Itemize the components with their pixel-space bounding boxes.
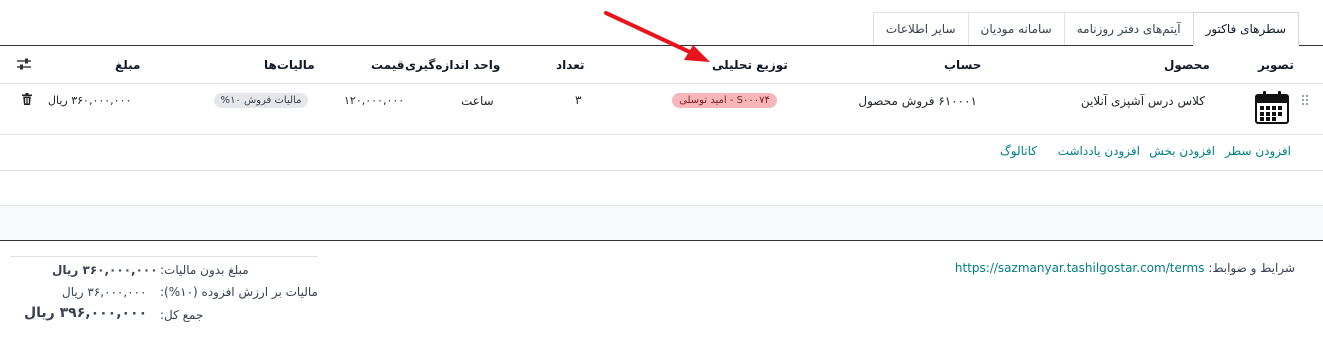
- header-uom[interactable]: واحد اندازه‌گیری: [405, 58, 500, 72]
- totals-divider: [10, 256, 318, 257]
- trash-icon[interactable]: [22, 93, 32, 105]
- terms-link[interactable]: https://sazmanyar.tashilgostar.com/terms: [955, 261, 1205, 275]
- catalog-link[interactable]: کاتالوگ: [1000, 144, 1037, 158]
- tab-other-info[interactable]: سایر اطلاعات: [872, 12, 969, 45]
- table-header: تصویر محصول حساب توزیع تحلیلی تعداد واحد…: [0, 46, 1323, 84]
- vat-label: مالیات بر ارزش افزوده (۱۰%):: [160, 285, 318, 299]
- add-section-link[interactable]: افزودن بخش: [1149, 144, 1215, 158]
- add-line-link[interactable]: افزودن سطر: [1225, 144, 1291, 158]
- header-taxes[interactable]: مالیات‌ها: [264, 58, 315, 72]
- cell-uom[interactable]: ساعت: [461, 94, 494, 108]
- cell-account[interactable]: ۶۱۰۰۰۱ فروش محصول: [858, 94, 977, 108]
- header-account[interactable]: حساب: [944, 58, 981, 72]
- column-settings-icon[interactable]: [16, 57, 32, 71]
- cell-quantity[interactable]: ۳: [575, 93, 581, 107]
- terms-label: شرایط و ضوابط:: [1208, 261, 1295, 275]
- header-analytic[interactable]: توزیع تحلیلی: [712, 58, 788, 72]
- empty-row: [0, 206, 1323, 241]
- untaxed-value: ۳۶۰,۰۰۰,۰۰۰ ریال: [52, 263, 158, 277]
- header-quantity[interactable]: تعداد: [556, 58, 584, 72]
- tax-badge[interactable]: مالیات فروش ۱۰%: [214, 93, 308, 108]
- cell-price[interactable]: ۱۲۰,۰۰۰,۰۰۰: [344, 94, 404, 107]
- header-product[interactable]: محصول: [1164, 58, 1210, 72]
- untaxed-label: مبلغ بدون مالیات:: [160, 263, 249, 277]
- calendar-icon: [1255, 90, 1289, 124]
- header-price[interactable]: قیمت: [371, 58, 405, 72]
- tab-invoice-lines[interactable]: سطرهای فاکتور: [1192, 12, 1299, 46]
- tab-taxpayer-system[interactable]: سامانه مودیان: [967, 12, 1065, 45]
- total-label: جمع کل:: [160, 308, 204, 322]
- cell-amount: ۳۶۰,۰۰۰,۰۰۰ ریال: [48, 94, 132, 107]
- drag-handle-icon[interactable]: [1301, 94, 1309, 108]
- header-amount[interactable]: مبلغ: [115, 58, 140, 72]
- cell-product[interactable]: کلاس درس آشپزی آنلاین: [1081, 94, 1205, 108]
- add-actions-row: افزودن سطر افزودن بخش افزودن یادداشت کات…: [0, 135, 1323, 171]
- empty-row: [0, 171, 1323, 206]
- total-value: ۳۹۶,۰۰۰,۰۰۰ ریال: [24, 305, 148, 321]
- analytic-distribution-badge[interactable]: S۰۰۰۷۴ - امید توسلی: [672, 93, 777, 108]
- header-image[interactable]: تصویر: [1258, 58, 1294, 72]
- terms-and-conditions: شرایط و ضوابط: https://sazmanyar.tashilg…: [955, 261, 1295, 275]
- add-note-link[interactable]: افزودن یادداشت: [1058, 144, 1140, 158]
- tab-journal-items[interactable]: آیتم‌های دفتر روزنامه: [1063, 12, 1194, 45]
- vat-value: ۳۶,۰۰۰,۰۰۰ ریال: [62, 285, 147, 299]
- table-row[interactable]: [0, 84, 1323, 135]
- notebook-tabs: سطرهای فاکتور آیتم‌های دفتر روزنامه ساما…: [862, 12, 1299, 46]
